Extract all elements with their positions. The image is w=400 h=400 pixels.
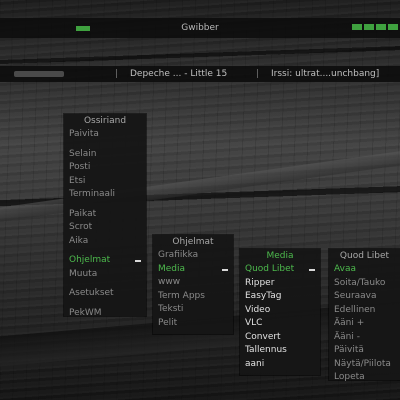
menu-item-www[interactable]: www [153,276,233,290]
menu-item-easytag[interactable]: EasyTag [240,290,320,304]
programs-menu: Ohjelmat Grafiikka Media www Term Apps T… [153,235,233,334]
menu-item-edellinen[interactable]: Edellinen [329,304,400,318]
menu-item-grafiikka[interactable]: Grafiikka [153,249,233,263]
menu-item-nayta-piilota[interactable]: Näytä/Piilota [329,358,400,372]
menu-item-quod-libet[interactable]: Quod Libet [240,263,320,277]
menu-item-muuta[interactable]: Muuta [64,268,146,282]
menu-item-seuraava[interactable]: Seuraava [329,290,400,304]
menu-item-selain[interactable]: Selain [64,148,146,162]
signal-bar [376,24,386,30]
menu-item-aika[interactable]: Aika [64,235,146,249]
menu-item-avaa[interactable]: Avaa [329,263,400,277]
media-menu: Media Quod Libet Ripper EasyTag Video VL… [240,249,320,375]
signal-bar [388,24,398,30]
menu-item-tallennus[interactable]: Tallennus [240,344,320,358]
menu-item-label: Quod Libet [245,264,295,274]
menu-item-posti[interactable]: Posti [64,161,146,175]
menu-item-label: Media [158,263,186,274]
task-separator: | [115,69,119,79]
menu-item-paivita[interactable]: Paivita [64,128,146,142]
menu-item-lopeta[interactable]: Lopeta [329,371,400,385]
menu-item-vlc[interactable]: VLC [240,317,320,331]
signal-bar [352,24,362,30]
menu-item-terminaali[interactable]: Terminaali [64,188,146,202]
submenu-arrow-icon [222,268,228,271]
menu-item-ohjelmat[interactable]: Ohjelmat [64,254,146,268]
submenu-arrow-icon [309,269,315,271]
menu-item-media[interactable]: Media [153,263,233,277]
menu-item-paivita[interactable]: Päivitä [329,344,400,358]
top-bar: Gwibber [0,18,400,38]
menu-item-ripper[interactable]: Ripper [240,277,320,291]
root-menu: Ossiriand Paivita Selain Posti Etsi Term… [64,114,146,318]
menu-item-video[interactable]: Video [240,304,320,318]
signal-bar [364,24,374,30]
menu-item-paikat[interactable]: Paikat [64,208,146,222]
submenu-arrow-icon [135,260,141,262]
menu-item-soita-tauko[interactable]: Soita/Tauko [329,277,400,291]
menu-item-aani-plus[interactable]: Ääni + [329,317,400,331]
menu-item-etsi[interactable]: Etsi [64,175,146,189]
menu-item-pekwm[interactable]: PekWM [64,307,146,321]
blurred-task-label[interactable] [14,71,64,77]
task-depeche[interactable]: Depeche ... - Little 15 [130,69,227,79]
menu-item-convert[interactable]: Convert [240,331,320,345]
task-bar: | Depeche ... - Little 15 | Irssi: ultra… [0,66,400,82]
menu-item-aani-minus[interactable]: Ääni - [329,331,400,345]
root-menu-title: Ossiriand [83,116,127,126]
programs-menu-title: Ohjelmat [172,237,214,247]
task-separator: | [256,69,260,79]
menu-item-label: Ohjelmat [69,255,111,265]
menu-item-pelit[interactable]: Pelit [153,317,233,331]
menu-item-term-apps[interactable]: Term Apps [153,290,233,304]
quodlibet-menu: Quod Libet Avaa Soita/Tauko Seuraava Ede… [329,249,400,382]
quodlibet-menu-title: Quod Libet [339,251,390,261]
task-irssi[interactable]: Irssi: ultrat....unchbang] [271,69,379,79]
media-menu-title: Media [266,251,294,261]
menu-item-aani[interactable]: aani [240,358,320,372]
menu-item-teksti[interactable]: Teksti [153,303,233,317]
menu-item-scrot[interactable]: Scrot [64,221,146,235]
window-title[interactable]: Gwibber [0,23,400,33]
menu-item-asetukset[interactable]: Asetukset [64,287,146,301]
signal-meter-icon [352,24,398,30]
